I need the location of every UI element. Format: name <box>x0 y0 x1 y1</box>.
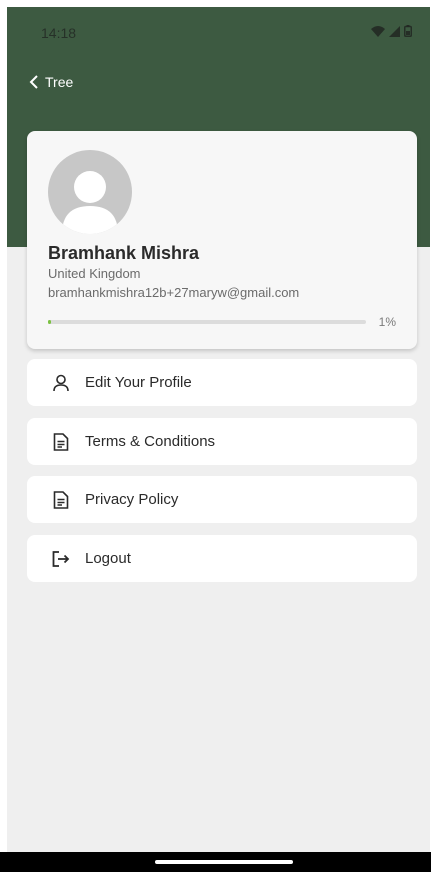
person-icon <box>51 373 71 393</box>
menu-item-edit-profile[interactable]: Edit Your Profile <box>27 359 417 406</box>
chevron-left-icon <box>29 75 38 89</box>
system-navigation-bar <box>0 852 431 872</box>
logout-icon <box>51 549 71 569</box>
menu-item-terms[interactable]: Terms & Conditions <box>27 418 417 465</box>
wifi-icon <box>371 25 385 37</box>
status-icons <box>371 25 412 37</box>
document-icon <box>51 432 71 452</box>
signal-icon <box>389 25 400 37</box>
back-label: Tree <box>45 74 74 90</box>
profile-card: Bramhank Mishra United Kingdom bramhankm… <box>27 131 417 349</box>
menu-item-label: Privacy Policy <box>85 491 179 508</box>
profile-completion-bar <box>48 320 366 324</box>
menu-item-logout[interactable]: Logout <box>27 535 417 582</box>
menu-item-label: Edit Your Profile <box>85 374 192 391</box>
home-indicator[interactable] <box>155 860 293 864</box>
profile-country: United Kingdom <box>48 266 141 281</box>
menu-item-privacy[interactable]: Privacy Policy <box>27 476 417 523</box>
profile-completion-fill <box>48 320 52 324</box>
avatar[interactable] <box>48 150 132 234</box>
avatar-placeholder-icon <box>62 171 118 234</box>
app-screen: 14:18 Tree Bramhank Mishra United Kingdo… <box>7 7 430 872</box>
profile-name: Bramhank Mishra <box>48 243 200 263</box>
back-button[interactable]: Tree <box>29 74 73 90</box>
battery-icon <box>404 25 412 37</box>
profile-email: bramhankmishra12b+27maryw@gmail.com <box>48 285 300 300</box>
document-icon <box>51 490 71 510</box>
menu-item-label: Logout <box>85 550 131 567</box>
status-time: 14:18 <box>41 25 77 41</box>
profile-completion-label: 1% <box>378 315 396 329</box>
menu-item-label: Terms & Conditions <box>85 433 216 450</box>
